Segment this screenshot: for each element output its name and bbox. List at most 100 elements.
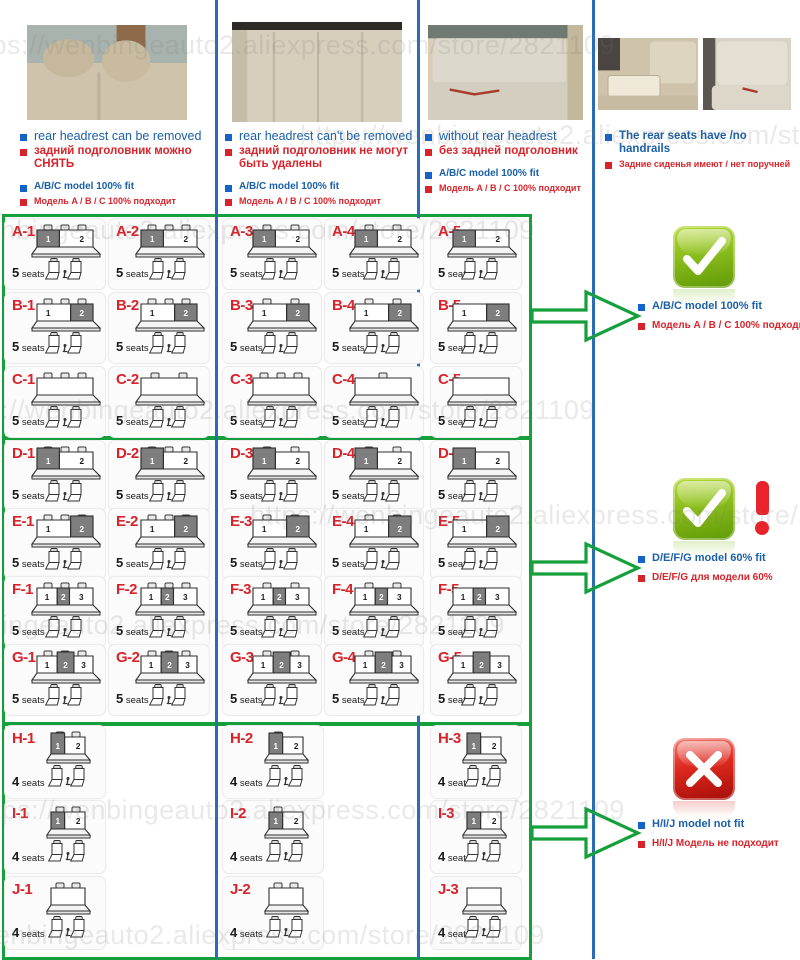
seat-diagram-icon: 1 2 3 bbox=[30, 580, 102, 642]
seat-diagram-icon: 1 2 3 bbox=[446, 648, 518, 710]
svg-text:2: 2 bbox=[296, 309, 301, 318]
svg-text:1: 1 bbox=[472, 742, 477, 751]
model-card-b-5[interactable]: B-5 5 seats 1 2 bbox=[430, 292, 522, 364]
result-label-en-text: A/B/C model 100% fit bbox=[652, 300, 763, 312]
bullet-square-icon bbox=[425, 186, 432, 193]
model-card-d-2[interactable]: D-2 5 seats 1 2 bbox=[108, 440, 210, 512]
model-card-i-2[interactable]: I-2 4 seats 1 2 bbox=[222, 800, 324, 874]
result-label-ru: Модель A / B / C 100% подходит bbox=[638, 319, 800, 332]
result-label-en-text: H/I/J model not fit bbox=[652, 818, 745, 830]
svg-text:1: 1 bbox=[364, 235, 369, 244]
result-label-ru: H/I/J Модель не подходит bbox=[638, 837, 800, 850]
seat-diagram-icon: 12 bbox=[446, 222, 518, 284]
model-card-g-4[interactable]: G-4 5 seats 1 2 3 bbox=[324, 644, 424, 716]
header-line-en-text: without rear headrest bbox=[439, 129, 557, 143]
model-card-g-2[interactable]: G-2 5 seats 1 2 3 bbox=[108, 644, 210, 716]
svg-text:2: 2 bbox=[165, 593, 170, 602]
seat-diagram-icon: 12 bbox=[453, 729, 517, 791]
result-labels: H/I/J model not fit H/I/J Модель не подхо… bbox=[638, 818, 800, 856]
model-card-d-5[interactable]: D-5 5 seats 1 2 bbox=[430, 440, 522, 512]
svg-text:2: 2 bbox=[80, 235, 85, 244]
header-line-ru-text: без задней подголовник bbox=[439, 145, 578, 157]
model-card-g-1[interactable]: G-1 5 seats 1 2 3 bbox=[4, 644, 106, 716]
model-card-f-3[interactable]: F-3 5 seats 1 2 3 bbox=[222, 576, 322, 648]
model-card-i-3[interactable]: I-3 4 seats 1 2 bbox=[430, 800, 522, 874]
svg-text:2: 2 bbox=[296, 525, 301, 534]
svg-text:3: 3 bbox=[81, 661, 86, 670]
bullet-square-icon bbox=[638, 304, 645, 311]
model-card-e-3[interactable]: E-3 5 seats 1 2 bbox=[222, 508, 322, 580]
model-card-f-2[interactable]: F-2 5 seats 1 2 3 bbox=[108, 576, 210, 648]
model-card-e-4[interactable]: E-4 5 seats 1 2 bbox=[324, 508, 424, 580]
svg-text:2: 2 bbox=[296, 235, 301, 244]
model-card-i-1[interactable]: I-1 4 seats 1 2 bbox=[4, 800, 106, 874]
model-card-h-2[interactable]: H-2 4 seats 1 2 bbox=[222, 725, 324, 799]
seat-diagram-icon: 12 bbox=[30, 444, 102, 506]
result-label-ru-text: H/I/J Модель не подходит bbox=[652, 838, 779, 849]
svg-text:1: 1 bbox=[46, 309, 51, 318]
model-card-a-3[interactable]: A-3 5 seats 1 2 bbox=[222, 218, 322, 290]
model-card-c-5[interactable]: C-5 5 seats bbox=[430, 366, 522, 438]
model-card-a-1[interactable]: A-1 5 seats 1 2 bbox=[4, 218, 106, 290]
model-card-g-3[interactable]: G-3 5 seats 1 2 3 bbox=[222, 644, 322, 716]
header-fit-en-text: A/B/C model 100% fit bbox=[239, 181, 340, 192]
model-card-c-2[interactable]: C-2 5 seats bbox=[108, 366, 210, 438]
model-card-c-4[interactable]: C-4 5 seats bbox=[324, 366, 424, 438]
model-card-a-5[interactable]: A-5 5 seats 1 2 bbox=[430, 218, 522, 290]
svg-text:1: 1 bbox=[262, 525, 267, 534]
result-label-en-text: D/E/F/G model 60% fit bbox=[652, 552, 766, 564]
seat-diagram-icon: 12 bbox=[348, 222, 420, 284]
svg-text:1: 1 bbox=[472, 817, 477, 826]
exclamation-dot bbox=[755, 521, 769, 535]
header-spacer bbox=[425, 160, 585, 168]
bullet-square-icon bbox=[425, 149, 432, 156]
header-line-en-text: rear headrest can't be removed bbox=[239, 129, 413, 143]
model-card-d-1[interactable]: D-1 5 seats 1 2 bbox=[4, 440, 106, 512]
model-card-b-3[interactable]: B-3 5 seats 1 2 bbox=[222, 292, 322, 364]
svg-text:3: 3 bbox=[297, 661, 302, 670]
model-card-a-4[interactable]: A-4 5 seats 1 2 bbox=[324, 218, 424, 290]
model-card-a-2[interactable]: A-2 5 seats 1 2 bbox=[108, 218, 210, 290]
bullet-square-icon bbox=[20, 149, 27, 156]
model-card-b-1[interactable]: B-1 5 seats 1 2 bbox=[4, 292, 106, 364]
model-card-j-1[interactable]: J-1 4 seats bbox=[4, 876, 106, 950]
model-card-e-5[interactable]: E-5 5 seats 1 2 bbox=[430, 508, 522, 580]
model-card-d-4[interactable]: D-4 5 seats 1 2 bbox=[324, 440, 424, 512]
model-card-e-1[interactable]: E-1 5 seats 1 2 bbox=[4, 508, 106, 580]
svg-text:2: 2 bbox=[80, 525, 85, 534]
model-card-b-2[interactable]: B-2 5 seats 1 2 bbox=[108, 292, 210, 364]
bullet-square-icon bbox=[425, 172, 432, 179]
result-label-en: H/I/J model not fit bbox=[638, 818, 800, 831]
model-card-d-3[interactable]: D-3 5 seats 1 2 bbox=[222, 440, 322, 512]
svg-text:2: 2 bbox=[76, 817, 81, 826]
header-fit-ru: Модель A / B / C 100% подходит bbox=[425, 182, 585, 194]
model-card-h-1[interactable]: H-1 4 seats 1 2 bbox=[4, 725, 106, 799]
header-fit-en: A/B/C model 100% fit bbox=[225, 181, 420, 193]
model-card-e-2[interactable]: E-2 5 seats 1 2 bbox=[108, 508, 210, 580]
bullet-square-icon bbox=[605, 134, 612, 141]
seat-diagram-icon: 12 bbox=[348, 512, 420, 574]
exclamation-bar bbox=[756, 481, 769, 515]
svg-text:1: 1 bbox=[462, 525, 467, 534]
model-card-c-1[interactable]: C-1 5 seats bbox=[4, 366, 106, 438]
svg-text:2: 2 bbox=[496, 525, 501, 534]
arrow-right-icon bbox=[530, 541, 642, 595]
svg-text:3: 3 bbox=[185, 661, 190, 670]
model-card-h-3[interactable]: H-3 4 seats 1 2 bbox=[430, 725, 522, 799]
model-card-f-4[interactable]: F-4 5 seats 1 2 3 bbox=[324, 576, 424, 648]
svg-text:2: 2 bbox=[496, 235, 501, 244]
seat-diagram-icon: 1 2 3 bbox=[348, 648, 420, 710]
model-card-j-2[interactable]: J-2 4 seats bbox=[222, 876, 324, 950]
model-card-b-4[interactable]: B-4 5 seats 1 2 bbox=[324, 292, 424, 364]
model-card-f-1[interactable]: F-1 5 seats 1 2 3 bbox=[4, 576, 106, 648]
result-labels: D/E/F/G model 60% fit D/E/F/G для модели … bbox=[638, 552, 800, 590]
svg-text:1: 1 bbox=[364, 309, 369, 318]
model-card-g-5[interactable]: G-5 5 seats 1 2 3 bbox=[430, 644, 522, 716]
model-card-f-5[interactable]: F-5 5 seats 1 2 3 bbox=[430, 576, 522, 648]
svg-text:1: 1 bbox=[364, 457, 369, 466]
model-card-c-3[interactable]: C-3 5 seats bbox=[222, 366, 322, 438]
svg-text:1: 1 bbox=[261, 593, 266, 602]
model-code: I-1 bbox=[12, 805, 29, 822]
seat-diagram-icon: 1 2 3 bbox=[246, 580, 318, 642]
model-card-j-3[interactable]: J-3 4 seats bbox=[430, 876, 522, 950]
